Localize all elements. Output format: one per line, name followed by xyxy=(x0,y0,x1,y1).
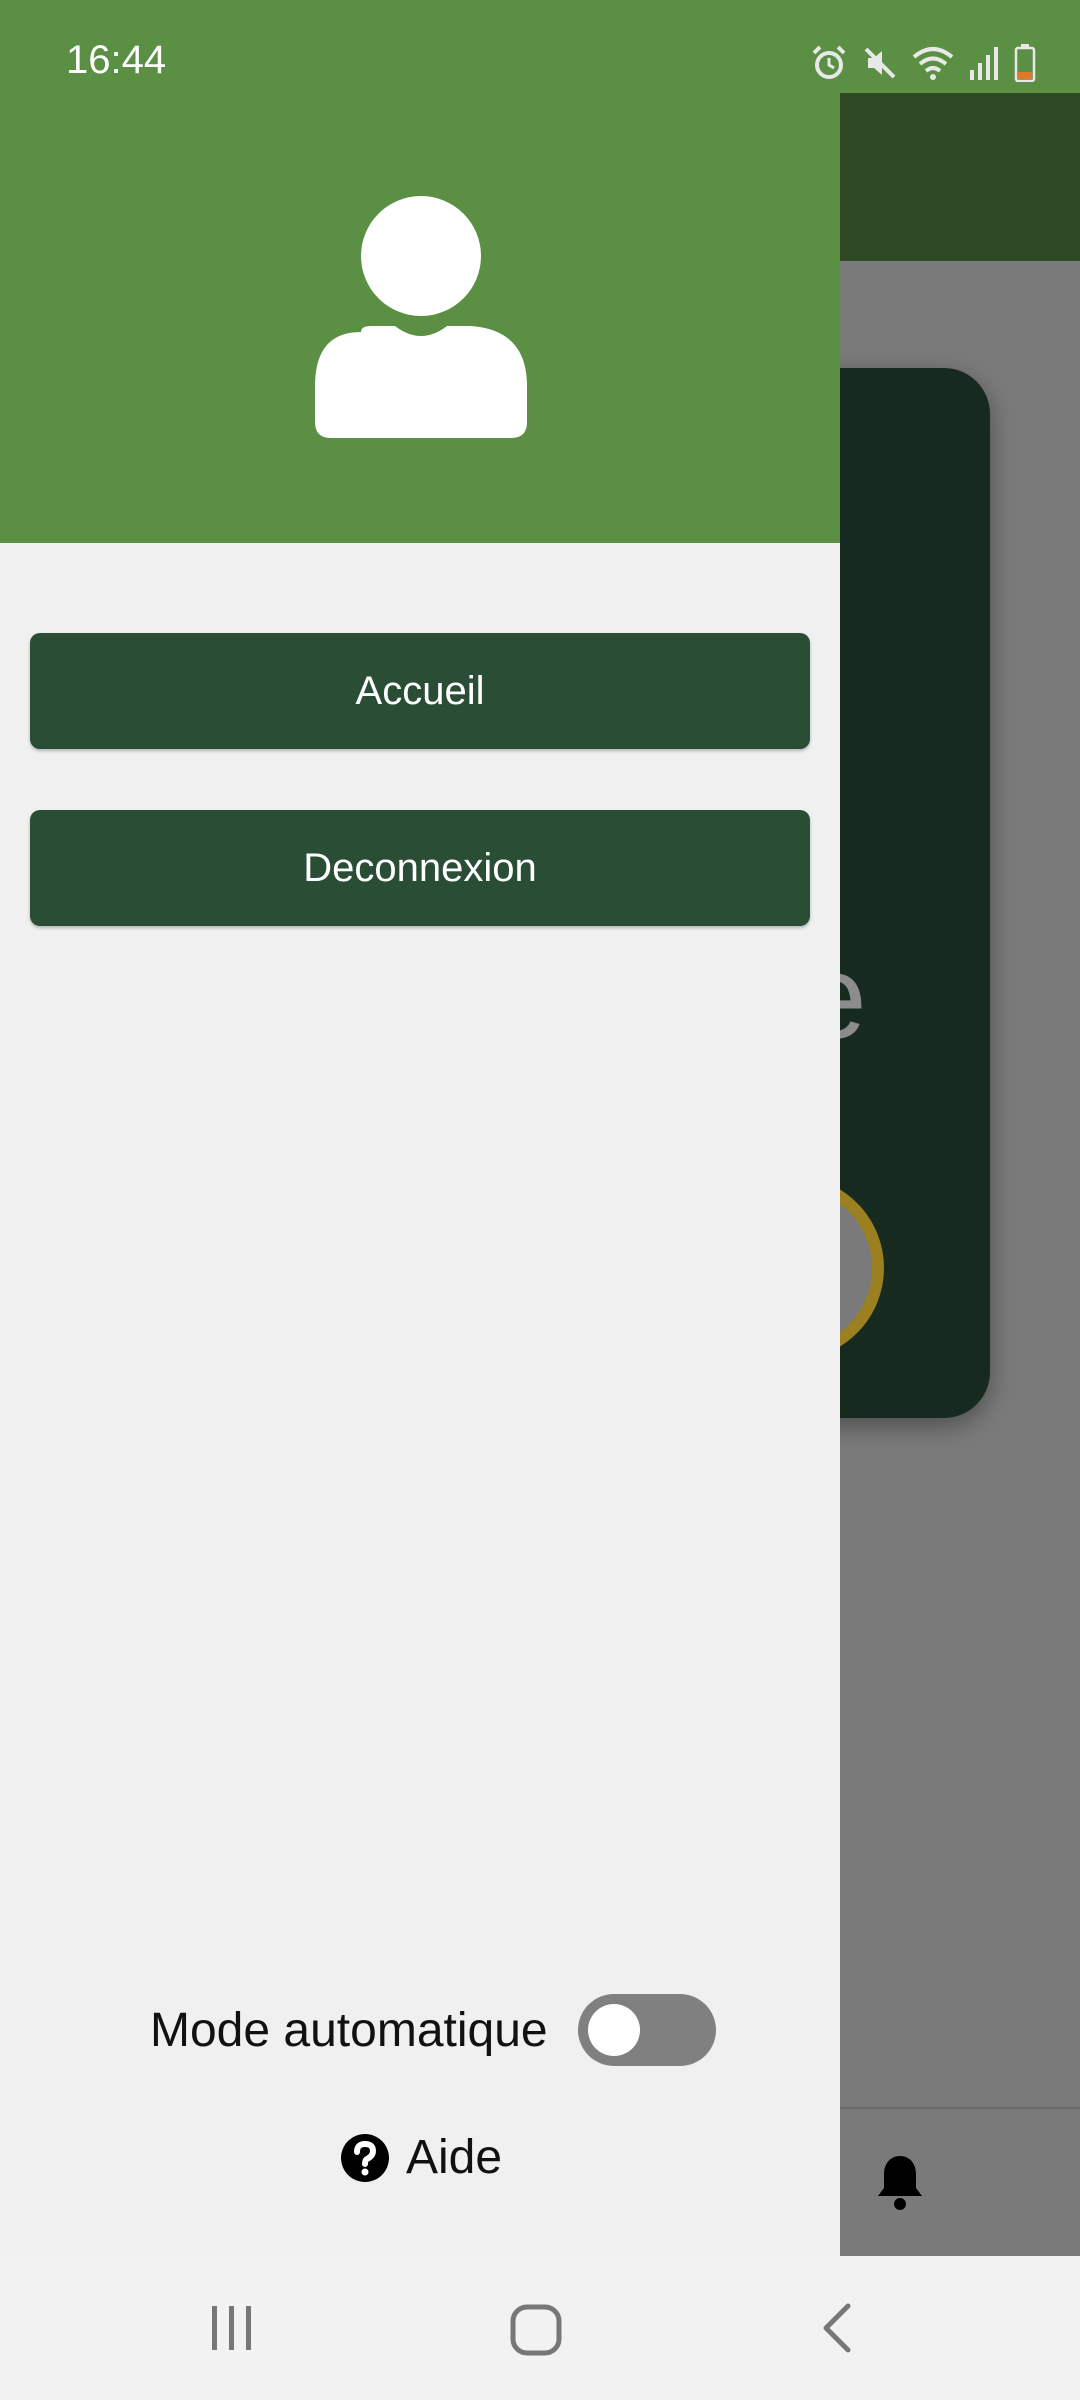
mute-icon xyxy=(864,47,896,79)
status-icons xyxy=(810,44,1036,82)
status-time: 16:44 xyxy=(66,38,167,82)
help-circle-icon xyxy=(341,2133,389,2182)
auto-mode-row: Mode automatique xyxy=(150,1994,716,2066)
help-label: Aide xyxy=(406,2131,503,2184)
home-icon[interactable] xyxy=(508,2302,564,2358)
back-icon[interactable] xyxy=(818,2302,858,2354)
help-link[interactable]: Aide xyxy=(340,2130,502,2185)
toggle-knob xyxy=(587,2004,640,2056)
battery-low-icon xyxy=(1014,44,1036,82)
signal-icon xyxy=(970,47,998,80)
logout-button[interactable]: Deconnexion xyxy=(30,810,810,926)
wifi-icon xyxy=(912,47,954,80)
home-button[interactable]: Accueil xyxy=(30,633,810,749)
bell-icon[interactable] xyxy=(872,2152,928,2212)
navigation-drawer: Accueil Deconnexion Mode automatique Aid… xyxy=(0,0,840,2256)
user-avatar-icon xyxy=(315,196,527,438)
system-navigation-bar xyxy=(0,2256,1080,2400)
auto-mode-toggle[interactable] xyxy=(577,1994,716,2066)
recent-apps-icon[interactable] xyxy=(206,2302,258,2354)
auto-mode-label: Mode automatique xyxy=(150,2003,548,2057)
background-bottom-divider xyxy=(840,2107,1080,2109)
alarm-icon xyxy=(812,45,846,79)
